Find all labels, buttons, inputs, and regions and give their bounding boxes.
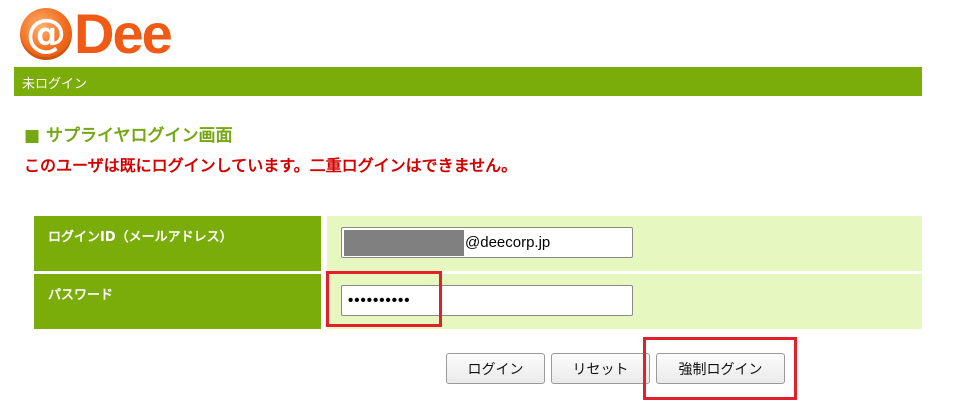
login-id-input[interactable]: @deecorp.jp bbox=[341, 227, 633, 258]
logo-brand-text: Dee bbox=[74, 2, 173, 65]
login-page: @ Dee 未ログイン ■ サプライヤログイン画面 このユーザは既にログインして… bbox=[0, 0, 958, 415]
logo-at-mark: @ bbox=[20, 8, 72, 60]
force-login-button[interactable]: 強制ログイン bbox=[656, 353, 785, 384]
login-button[interactable]: ログイン bbox=[446, 353, 545, 384]
dee-logo: @ Dee bbox=[20, 2, 173, 65]
password-masked-value: •••••••••• bbox=[348, 292, 411, 309]
login-id-domain: @deecorp.jp bbox=[465, 234, 551, 251]
redacted-username bbox=[344, 229, 464, 256]
login-status-text: 未ログイン bbox=[22, 77, 88, 92]
password-label: パスワード bbox=[34, 274, 321, 329]
reset-button[interactable]: リセット bbox=[551, 353, 650, 384]
login-status-bar: 未ログイン bbox=[14, 67, 922, 96]
password-row: パスワード •••••••••• bbox=[34, 274, 922, 329]
password-input[interactable]: •••••••••• bbox=[341, 285, 633, 316]
page-title: ■ サプライヤログイン画面 bbox=[24, 126, 233, 146]
login-id-label: ログインID（メールアドレス） bbox=[34, 216, 321, 271]
error-message: このユーザは既にログインしています。二重ログインはできません。 bbox=[24, 156, 518, 175]
login-id-row: ログインID（メールアドレス） @deecorp.jp bbox=[34, 216, 922, 271]
